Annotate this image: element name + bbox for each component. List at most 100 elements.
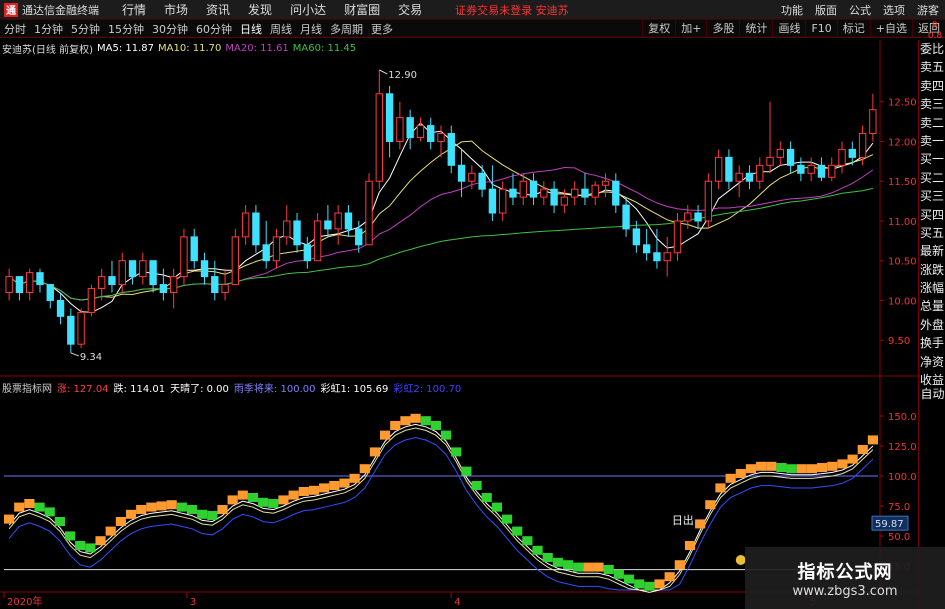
indicator-block-56 [573, 562, 584, 572]
indicator-block-40 [410, 413, 421, 423]
indicator-block-75 [766, 461, 777, 471]
indicator-block-18 [186, 505, 198, 514]
indicator-block-44 [451, 447, 462, 457]
candle-body-24 [252, 212, 260, 246]
indicator-block-10 [105, 526, 116, 536]
sidebar-item-8[interactable]: 买三 [919, 187, 945, 205]
sidebar-item-7[interactable]: 买二 [919, 169, 945, 187]
indicator-block-17 [176, 502, 187, 512]
r-label-r: R [931, 21, 939, 31]
indicator-block-54 [552, 557, 563, 567]
indicator-block-49 [501, 514, 513, 524]
candle-body-43 [447, 133, 455, 166]
sidebar-item-0[interactable]: 委比 [919, 40, 945, 58]
candle-body-76 [786, 148, 795, 166]
indicator-block-21 [217, 505, 228, 514]
candle-body-23 [241, 212, 250, 238]
indicator-block-22 [227, 495, 238, 505]
sidebar-item-16[interactable]: 换手 [919, 334, 945, 352]
candle-body-58 [601, 180, 610, 186]
watermark-url: www.zbgs3.com [792, 583, 898, 599]
candle-body-12 [128, 260, 137, 278]
indicator-block-80 [817, 463, 828, 472]
candle-body-83 [858, 133, 867, 158]
stock-chart[interactable]: 9.50 10.00 10.50 11.00 11.50 12.00 12.50 12.90 9… [0, 0, 918, 609]
indicator-block-15 [156, 501, 167, 511]
indicator-block-57 [583, 562, 594, 572]
indicator-block-61 [623, 574, 635, 584]
sidebar-item-2[interactable]: 卖四 [919, 77, 945, 95]
candle-body-28 [293, 220, 301, 246]
candle-body-57 [591, 184, 599, 198]
indicator-block-20 [207, 511, 218, 520]
sidebar-item-3[interactable]: 卖三 [919, 95, 945, 113]
candle-body-37 [385, 93, 394, 142]
candle-body-30 [313, 220, 322, 262]
sidebar-item-12[interactable]: 涨跌 [919, 261, 945, 279]
candle-body-9 [97, 276, 106, 290]
candle-body-11 [118, 260, 126, 286]
indicator-block-12 [125, 509, 137, 519]
candle-body-72 [745, 172, 754, 182]
sidebar-item-1[interactable]: 卖五 [919, 58, 945, 76]
candle-body-44 [457, 164, 466, 182]
indicator-block-1 [14, 502, 25, 512]
sidebar-item-14[interactable]: 总量 [919, 297, 945, 315]
quote-sidebar: 自动 委比 卖五 卖四 卖三 卖二 卖一 买一 买二 买三 买四 买五 最新 涨跌 涨幅 总量 外盘 换手 净资 收益 [918, 40, 945, 609]
candle-body-15 [159, 284, 168, 294]
candle-body-39 [406, 117, 414, 138]
sidebar-item-10[interactable]: 买五 [919, 224, 945, 242]
indicator-block-6 [64, 531, 76, 541]
indicator-block-77 [786, 464, 797, 474]
sidebar-item-11[interactable]: 最新 [919, 242, 945, 260]
candle-body-26 [272, 236, 281, 262]
indicator-block-43 [441, 430, 452, 440]
x-tick-label-2: 4 [454, 597, 460, 608]
indicator-block-68 [695, 519, 706, 529]
ma60-line [8, 187, 874, 301]
indicator-block-26 [268, 499, 279, 508]
candle-body-13 [139, 260, 147, 278]
candle-body-60 [622, 204, 630, 230]
indicator-block-48 [491, 502, 502, 512]
candle-body-19 [200, 260, 209, 278]
high-marker-line [379, 69, 388, 75]
indicator-block-45 [461, 466, 472, 476]
indicator-block-78 [796, 464, 807, 474]
sidebar-item-9[interactable]: 买四 [919, 206, 945, 224]
sidebar-item-6[interactable]: 买一 [919, 150, 945, 168]
candle-body-42 [437, 133, 445, 142]
sidebar-auto[interactable]: 自动 [919, 385, 945, 403]
sidebar-item-4[interactable]: 卖二 [919, 114, 945, 132]
sidebar-item-15[interactable]: 外盘 [919, 316, 945, 334]
ind-tick-label-5: 150.0 [888, 412, 917, 423]
candle-body-52 [540, 188, 548, 198]
indicator-block-53 [542, 553, 553, 562]
candle-body-3 [36, 272, 44, 286]
sidebar-item-5[interactable]: 卖一 [919, 132, 945, 150]
candle-body-51 [529, 180, 538, 198]
indicator-block-14 [146, 502, 157, 512]
price-tick-label-1: 10.00 [888, 296, 917, 307]
ma20-line [8, 166, 874, 301]
candle-body-6 [67, 315, 75, 345]
candle-body-29 [303, 244, 312, 262]
candle-body-36 [375, 93, 383, 182]
indicator-block-50 [512, 526, 523, 536]
indicator-block-84 [857, 445, 868, 454]
indicator-block-0 [4, 514, 15, 524]
candle-body-18 [190, 236, 198, 262]
indicator-block-52 [532, 545, 543, 555]
sidebar-item-13[interactable]: 涨幅 [919, 279, 945, 297]
indicator-block-5 [54, 517, 65, 526]
candle-body-8 [87, 288, 96, 313]
indicator-block-46 [471, 481, 482, 490]
indicator-block-24 [247, 493, 259, 502]
candle-body-27 [283, 220, 291, 238]
candle-body-79 [817, 164, 826, 178]
candle-body-16 [169, 276, 178, 294]
candle-body-55 [570, 188, 579, 198]
indicator-block-81 [827, 461, 838, 471]
candle-body-10 [108, 276, 116, 286]
sidebar-item-17[interactable]: 净资 [919, 353, 945, 371]
